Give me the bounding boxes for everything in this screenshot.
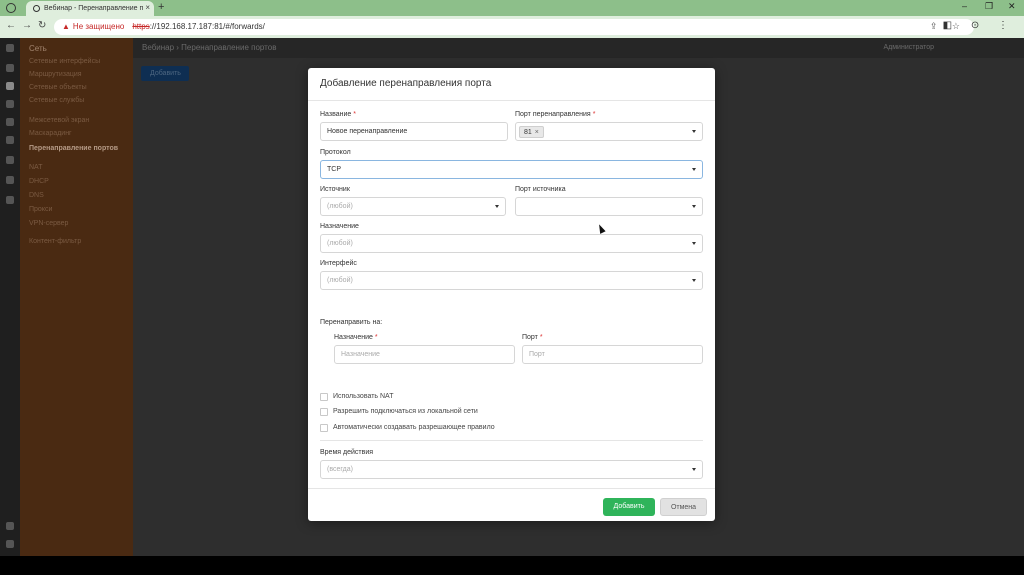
redirect-port-input[interactable]: Порт bbox=[522, 345, 703, 364]
cancel-button[interactable]: Отмена bbox=[660, 498, 707, 516]
source-label: Источник bbox=[320, 186, 350, 193]
chevron-down-icon bbox=[692, 130, 696, 133]
redirect-dest-label: Назначение * bbox=[334, 334, 378, 341]
auto-rule-label[interactable]: Автоматически создавать разрешающее прав… bbox=[333, 424, 495, 431]
source-port-label: Порт источника bbox=[515, 186, 566, 193]
source-select[interactable]: (любой) bbox=[320, 197, 506, 216]
chevron-down-icon bbox=[692, 205, 696, 208]
use-nat-checkbox[interactable] bbox=[320, 393, 328, 401]
redirect-dest-input[interactable]: Назначение bbox=[334, 345, 515, 364]
protocol-select[interactable]: TCP bbox=[320, 160, 703, 179]
name-input[interactable]: Новое перенаправление bbox=[320, 122, 508, 141]
schedule-select[interactable]: (всегда) bbox=[320, 460, 703, 479]
chevron-down-icon bbox=[692, 168, 696, 171]
dialog-title: Добавление перенаправления порта bbox=[320, 78, 492, 89]
modal-overlay: Добавление перенаправления порта Названи… bbox=[0, 0, 1024, 575]
chevron-down-icon bbox=[692, 242, 696, 245]
source-port-select[interactable] bbox=[515, 197, 703, 216]
chip-remove-icon[interactable]: × bbox=[535, 129, 539, 136]
use-nat-label[interactable]: Использовать NAT bbox=[333, 393, 393, 400]
destination-select[interactable]: (любой) bbox=[320, 234, 703, 253]
chevron-down-icon bbox=[692, 468, 696, 471]
add-port-forward-dialog: Добавление перенаправления порта Названи… bbox=[308, 68, 715, 521]
chevron-down-icon bbox=[495, 205, 499, 208]
add-button[interactable]: Добавить bbox=[603, 498, 655, 516]
schedule-label: Время действия bbox=[320, 449, 374, 456]
auto-rule-checkbox[interactable] bbox=[320, 424, 328, 432]
port-chip: 81 × bbox=[519, 126, 544, 138]
redirect-to-label: Перенаправить на: bbox=[320, 319, 383, 326]
redirect-port-select[interactable]: 81 × bbox=[515, 122, 703, 141]
footer-divider bbox=[308, 488, 715, 489]
redirect-port-target-label: Порт * bbox=[522, 334, 543, 341]
interface-select[interactable]: (любой) bbox=[320, 271, 703, 290]
protocol-label: Протокол bbox=[320, 149, 351, 156]
section-divider bbox=[320, 440, 703, 441]
redirect-port-label: Порт перенаправления * bbox=[515, 111, 596, 118]
chevron-down-icon bbox=[692, 279, 696, 282]
name-label: Название * bbox=[320, 111, 357, 118]
header-divider bbox=[308, 100, 715, 101]
interface-label: Интерфейс bbox=[320, 260, 357, 267]
allow-local-label[interactable]: Разрешить подключаться из локальной сети bbox=[333, 408, 478, 415]
destination-label: Назначение bbox=[320, 223, 359, 230]
allow-local-checkbox[interactable] bbox=[320, 408, 328, 416]
